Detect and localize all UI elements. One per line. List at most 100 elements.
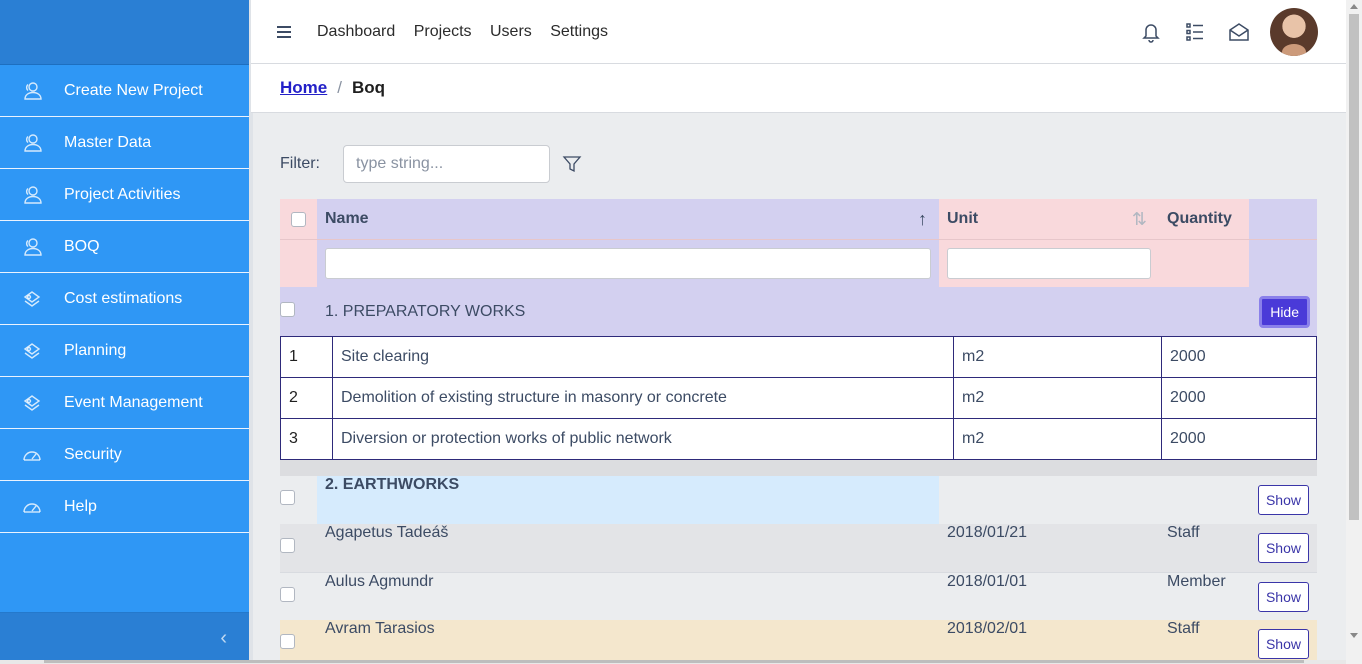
table-row: Avram Tarasios 2018/02/01 Staff Show	[280, 620, 1317, 664]
users-icon	[0, 185, 64, 205]
filter-icon[interactable]	[562, 154, 582, 174]
item-unit: m2	[953, 377, 1162, 419]
group-title: 1. PREPARATORY WORKS	[325, 302, 526, 320]
filter-row: Filter:	[280, 145, 582, 183]
nav-link-dashboard[interactable]: Dashboard	[317, 23, 395, 40]
nav-link-users[interactable]: Users	[490, 23, 532, 40]
row-name: Avram Tarasios	[325, 620, 435, 637]
show-button[interactable]: Show	[1257, 485, 1309, 515]
hide-button[interactable]: Hide	[1259, 295, 1310, 328]
header-actions	[1118, 8, 1318, 56]
column-header-quantity[interactable]: Quantity	[1159, 199, 1249, 239]
sidebar-item-label: Security	[64, 445, 122, 463]
group-row: 2. EARTHWORKS Show	[280, 476, 1317, 524]
row-date: 2018/02/01	[947, 620, 1028, 637]
unit-filter-cell	[939, 240, 1159, 287]
item-quantity: 2000	[1161, 418, 1317, 460]
name-filter-input[interactable]	[325, 248, 931, 279]
column-header-name[interactable]: Name ↑	[317, 199, 939, 239]
sidebar-item-label: Event Management	[64, 393, 203, 411]
sidebar-minimize-button[interactable]: ‹	[0, 612, 249, 664]
row-checkbox-cell	[280, 538, 317, 558]
nav-link-settings[interactable]: Settings	[550, 23, 608, 40]
header: Dashboard Projects Users Settings	[251, 0, 1346, 64]
vertical-scrollbar[interactable]	[1346, 0, 1362, 664]
actions-filter-cell	[1249, 240, 1317, 287]
sidebar-item-create-new-project[interactable]: Create New Project	[0, 65, 249, 117]
group-checkbox-cell	[280, 490, 317, 510]
sidebar-item-planning[interactable]: Planning	[0, 325, 249, 377]
scroll-up-arrow-icon[interactable]	[1350, 4, 1358, 9]
header-nav: Dashboard Projects Users Settings	[317, 23, 622, 41]
breadcrumb: Home / Boq	[251, 64, 1346, 113]
table-header: Name ↑ Unit ⇅ Quantity	[280, 199, 1317, 239]
column-filter-row	[280, 239, 1317, 287]
item-quantity: 2000	[1161, 377, 1317, 419]
breadcrumb-separator: /	[337, 78, 342, 97]
row-checkbox[interactable]	[280, 301, 295, 317]
column-header-unit[interactable]: Unit ⇅	[939, 199, 1159, 239]
row-checkbox[interactable]	[280, 634, 295, 649]
sidebar-item-security[interactable]: Security	[0, 429, 249, 481]
speedometer-icon	[0, 445, 64, 465]
nav-link-projects[interactable]: Projects	[414, 23, 472, 40]
sidebar-item-label: Cost estimations	[64, 289, 183, 307]
row-name: Agapetus Tadeáš	[325, 524, 449, 541]
sidebar-item-label: Create New Project	[64, 81, 203, 99]
item-unit: m2	[953, 418, 1162, 460]
scrollbar-thumb[interactable]	[1349, 14, 1359, 520]
sidebar-brand	[0, 0, 249, 65]
sort-ascending-icon[interactable]: ↑	[918, 209, 927, 230]
item-description: Site clearing	[332, 336, 954, 378]
bell-icon[interactable]	[1140, 21, 1162, 43]
table-row: Aulus Agmundr 2018/01/01 Member Show	[280, 572, 1317, 620]
table-row: 1 Site clearing m2 2000	[280, 336, 1317, 378]
envelope-open-icon[interactable]	[1228, 21, 1250, 43]
show-button[interactable]: Show	[1257, 629, 1309, 659]
sidebar-item-label: Help	[64, 497, 97, 515]
horizontal-scrollbar[interactable]	[0, 660, 1346, 664]
filter-spacer	[280, 240, 317, 287]
row-date: 2018/01/21	[947, 524, 1028, 541]
sidebar-item-event-management[interactable]: Event Management	[0, 377, 249, 429]
sidebar-item-project-activities[interactable]: Project Activities	[0, 169, 249, 221]
filter-input[interactable]	[343, 145, 550, 183]
sidebar-item-boq[interactable]: BOQ	[0, 221, 249, 273]
avatar[interactable]	[1270, 8, 1318, 56]
row-checkbox[interactable]	[280, 538, 295, 553]
row-checkbox[interactable]	[280, 586, 295, 602]
table-row: Agapetus Tadeáš 2018/01/21 Staff Show	[280, 524, 1317, 572]
row-checkbox[interactable]	[280, 490, 295, 505]
table-row: 2 Demolition of existing structure in ma…	[280, 377, 1317, 419]
task-list-icon[interactable]	[1184, 21, 1206, 43]
scrollbar-thumb[interactable]	[44, 660, 1304, 663]
show-button[interactable]: Show	[1257, 581, 1309, 612]
scroll-down-arrow-icon[interactable]	[1350, 633, 1358, 638]
select-all-checkbox[interactable]	[291, 211, 306, 227]
group-row: 1. PREPARATORY WORKS Hide	[280, 287, 1317, 336]
sidebar-item-label: Master Data	[64, 133, 152, 151]
boq-table: Name ↑ Unit ⇅ Quantity 1. PREPARATORY WORK…	[280, 199, 1317, 664]
sidebar: Create New Project Master Data Project A…	[0, 0, 249, 664]
sidebar-item-cost-estimations[interactable]: Cost estimations	[0, 273, 249, 325]
item-unit: m2	[953, 336, 1162, 378]
item-number: 3	[280, 418, 333, 460]
sidebar-item-help[interactable]: Help	[0, 481, 249, 533]
sidebar-item-label: Project Activities	[64, 185, 181, 203]
users-icon	[0, 81, 64, 101]
menu-toggle-icon[interactable]	[277, 23, 301, 41]
breadcrumb-home-link[interactable]: Home	[280, 78, 327, 98]
sidebar-item-master-data[interactable]: Master Data	[0, 117, 249, 169]
group-spacer	[280, 460, 1317, 476]
puzzle-icon	[0, 393, 64, 413]
item-number: 1	[280, 336, 333, 378]
row-role: Staff	[1167, 620, 1200, 637]
item-description: Diversion or protection works of public …	[332, 418, 954, 460]
group-title: 2. EARTHWORKS	[317, 476, 939, 524]
sort-icon[interactable]: ⇅	[1132, 209, 1147, 230]
row-checkbox-cell	[280, 586, 317, 607]
column-header-actions	[1249, 199, 1317, 239]
group-details-table: 1 Site clearing m2 2000 2 Demolition of …	[280, 336, 1317, 460]
show-button[interactable]: Show	[1257, 533, 1309, 563]
unit-filter-input[interactable]	[947, 248, 1151, 279]
